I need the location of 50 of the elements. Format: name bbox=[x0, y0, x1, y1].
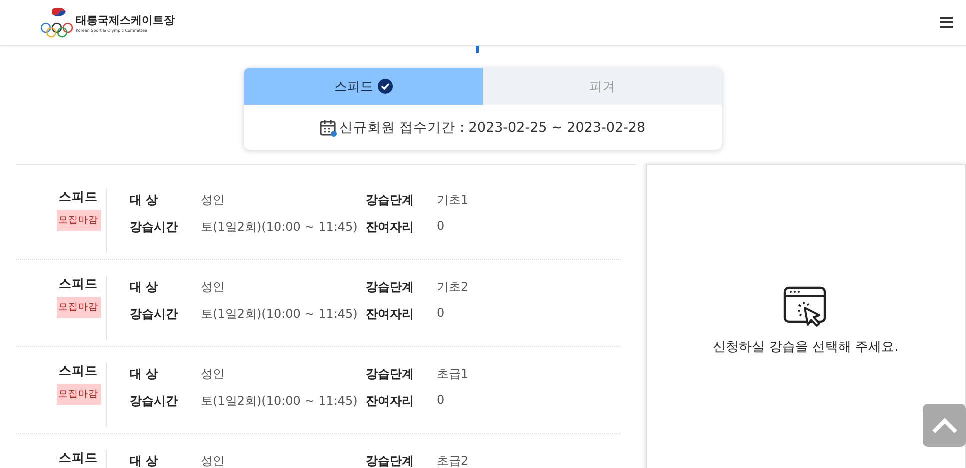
field-label: 대 상 bbox=[130, 453, 160, 468]
field-label: 잔여자리 bbox=[366, 393, 415, 410]
field-value: 토(1일2회)(10:00 ~ 11:45) bbox=[201, 393, 359, 410]
calendar-icon bbox=[320, 118, 338, 136]
sport-name: 스피드 bbox=[59, 189, 98, 206]
chevron-up-icon bbox=[932, 418, 958, 434]
logo-title[interactable]: 태릉국제스케이트장 bbox=[76, 12, 175, 28]
field-label: 강습시간 bbox=[130, 306, 179, 323]
field-value: 기초1 bbox=[437, 192, 469, 209]
field-label: 강습단계 bbox=[366, 192, 415, 209]
lesson-row[interactable]: 스피드 모집마감 대 상 성인 강습단계 초급1 강습시간 토(1일2회)(10:00 ~ 11:45) 잔여자리 0 bbox=[16, 347, 621, 434]
field-label: 강습시간 bbox=[130, 219, 179, 236]
field-label: 강습단계 bbox=[366, 279, 415, 296]
field-value: 토(1일2회)(10:00 ~ 11:45) bbox=[201, 306, 359, 323]
field-value: 0 bbox=[437, 306, 446, 322]
lesson-row[interactable]: 스피드 모집마감 대 상 성인 강습단계 기초1 강습시간 토(1일2회)(10:00 ~ 11:45) 잔여자리 0 bbox=[16, 173, 621, 260]
field-label: 잔여자리 bbox=[366, 306, 415, 323]
select-lesson-message: 신청하실 강습을 선택해 주세요. bbox=[713, 339, 899, 356]
application-period: 신규회원 접수기간 : 2023-02-25 ~ 2023-02-28 bbox=[339, 118, 646, 136]
field-value: 초급1 bbox=[437, 366, 469, 383]
field-label: 대 상 bbox=[130, 279, 160, 296]
field-label: 강습단계 bbox=[366, 453, 415, 468]
field-value: 성인 bbox=[201, 192, 226, 209]
field-value: 0 bbox=[437, 219, 446, 235]
logo-emblem-icon bbox=[40, 8, 74, 38]
status-badge: 모집마감 bbox=[56, 384, 100, 405]
field-value: 0 bbox=[437, 393, 446, 409]
field-value: 기초2 bbox=[437, 279, 469, 296]
menu-icon[interactable] bbox=[940, 17, 953, 28]
field-label: 강습시간 bbox=[130, 393, 179, 410]
tab[interactable]: 스피드 bbox=[244, 68, 483, 105]
field-value: 성인 bbox=[201, 366, 226, 383]
field-value: 성인 bbox=[201, 453, 226, 468]
status-badge: 모집마감 bbox=[56, 210, 100, 231]
status-badge: 모집마감 bbox=[56, 297, 100, 318]
sport-name: 스피드 bbox=[59, 276, 98, 293]
field-label: 대 상 bbox=[130, 366, 160, 383]
field-label: 강습단계 bbox=[366, 366, 415, 383]
field-value: 성인 bbox=[201, 279, 226, 296]
sport-name: 스피드 bbox=[59, 450, 98, 467]
field-label: 대 상 bbox=[130, 192, 160, 209]
field-value: 초급2 bbox=[437, 453, 469, 468]
field-label: 잔여자리 bbox=[366, 219, 415, 236]
sport-name: 스피드 bbox=[59, 363, 98, 380]
lesson-row[interactable]: 스피드 모집마감 대 상 성인 강습단계 기초2 강습시간 토(1일2회)(10:00 ~ 11:45) 잔여자리 0 bbox=[16, 260, 621, 347]
indicator-mark bbox=[476, 46, 478, 53]
click-window-icon bbox=[783, 286, 829, 330]
lesson-row[interactable]: 스피드 대 상 성인 강습단계 초급2 bbox=[16, 434, 621, 468]
check-circle-icon bbox=[378, 79, 392, 94]
field-value: 토(1일2회)(10:00 ~ 11:45) bbox=[201, 219, 359, 236]
